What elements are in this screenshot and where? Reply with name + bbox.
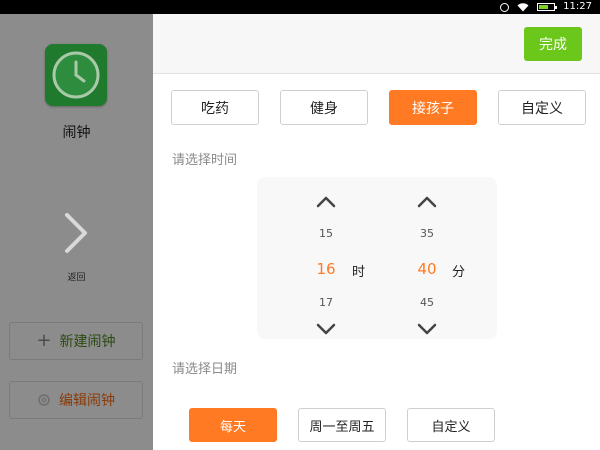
status-icons: 11:27 xyxy=(500,1,592,13)
minute-unit-label: 分 xyxy=(452,265,466,280)
app-name: 闹钟 xyxy=(62,125,91,141)
type-button-medicine[interactable]: 吃药 xyxy=(171,90,259,125)
new-alarm-label: 新建闹钟 xyxy=(59,334,116,350)
alarm-icon xyxy=(500,2,510,12)
minute-prev-value[interactable]: 35 xyxy=(412,227,442,240)
hour-down-chevron-icon[interactable] xyxy=(316,323,336,335)
done-button[interactable]: 完成 xyxy=(524,27,582,61)
battery-icon xyxy=(537,3,558,11)
type-button-custom[interactable]: 自定义 xyxy=(498,90,586,125)
back-label[interactable]: 返回 xyxy=(0,270,153,283)
type-button-pickup-kids[interactable]: 接孩子 xyxy=(389,90,477,125)
hour-up-chevron-icon[interactable] xyxy=(316,196,336,208)
sidebar: 闹钟 返回 + 新建闹钟 编辑闹钟 xyxy=(0,14,153,450)
new-alarm-button[interactable]: + 新建闹钟 xyxy=(9,322,143,360)
edit-alarm-label: 编辑闹钟 xyxy=(59,393,115,409)
minute-up-chevron-icon[interactable] xyxy=(417,196,437,208)
gear-icon xyxy=(38,394,50,406)
repeat-everyday-button[interactable]: 每天 xyxy=(189,408,277,442)
hour-next-value[interactable]: 17 xyxy=(311,296,341,309)
top-bar: 完成 xyxy=(153,14,600,74)
minute-selected-value[interactable]: 40 xyxy=(412,260,442,278)
clock-icon xyxy=(45,44,107,106)
hour-prev-value[interactable]: 15 xyxy=(311,227,341,240)
status-time: 11:27 xyxy=(563,1,592,12)
alarm-type-row: 吃药 健身 接孩子 自定义 xyxy=(171,90,591,126)
wifi-icon xyxy=(517,2,529,11)
alarm-editor-screen: 11:27 闹钟 返回 + 新建闹钟 编辑闹钟 完成 吃药 健身 接孩子 自定义… xyxy=(0,0,600,450)
edit-alarm-button[interactable]: 编辑闹钟 xyxy=(9,381,143,419)
type-button-fitness[interactable]: 健身 xyxy=(280,90,368,125)
date-section-label: 请选择日期 xyxy=(172,362,238,377)
hour-selected-value[interactable]: 16 xyxy=(311,260,341,278)
minute-down-chevron-icon[interactable] xyxy=(417,323,437,335)
repeat-weekdays-button[interactable]: 周一至周五 xyxy=(298,408,386,442)
time-picker: 15 16 时 17 35 40 分 45 xyxy=(257,177,497,339)
plus-icon: + xyxy=(36,330,52,351)
minute-next-value[interactable]: 45 xyxy=(412,296,442,309)
hour-unit-label: 时 xyxy=(352,265,366,280)
repeat-custom-button[interactable]: 自定义 xyxy=(407,408,495,442)
time-section-label: 请选择时间 xyxy=(172,153,238,168)
back-chevron-icon[interactable] xyxy=(62,212,90,254)
status-bar: 11:27 xyxy=(0,0,600,14)
